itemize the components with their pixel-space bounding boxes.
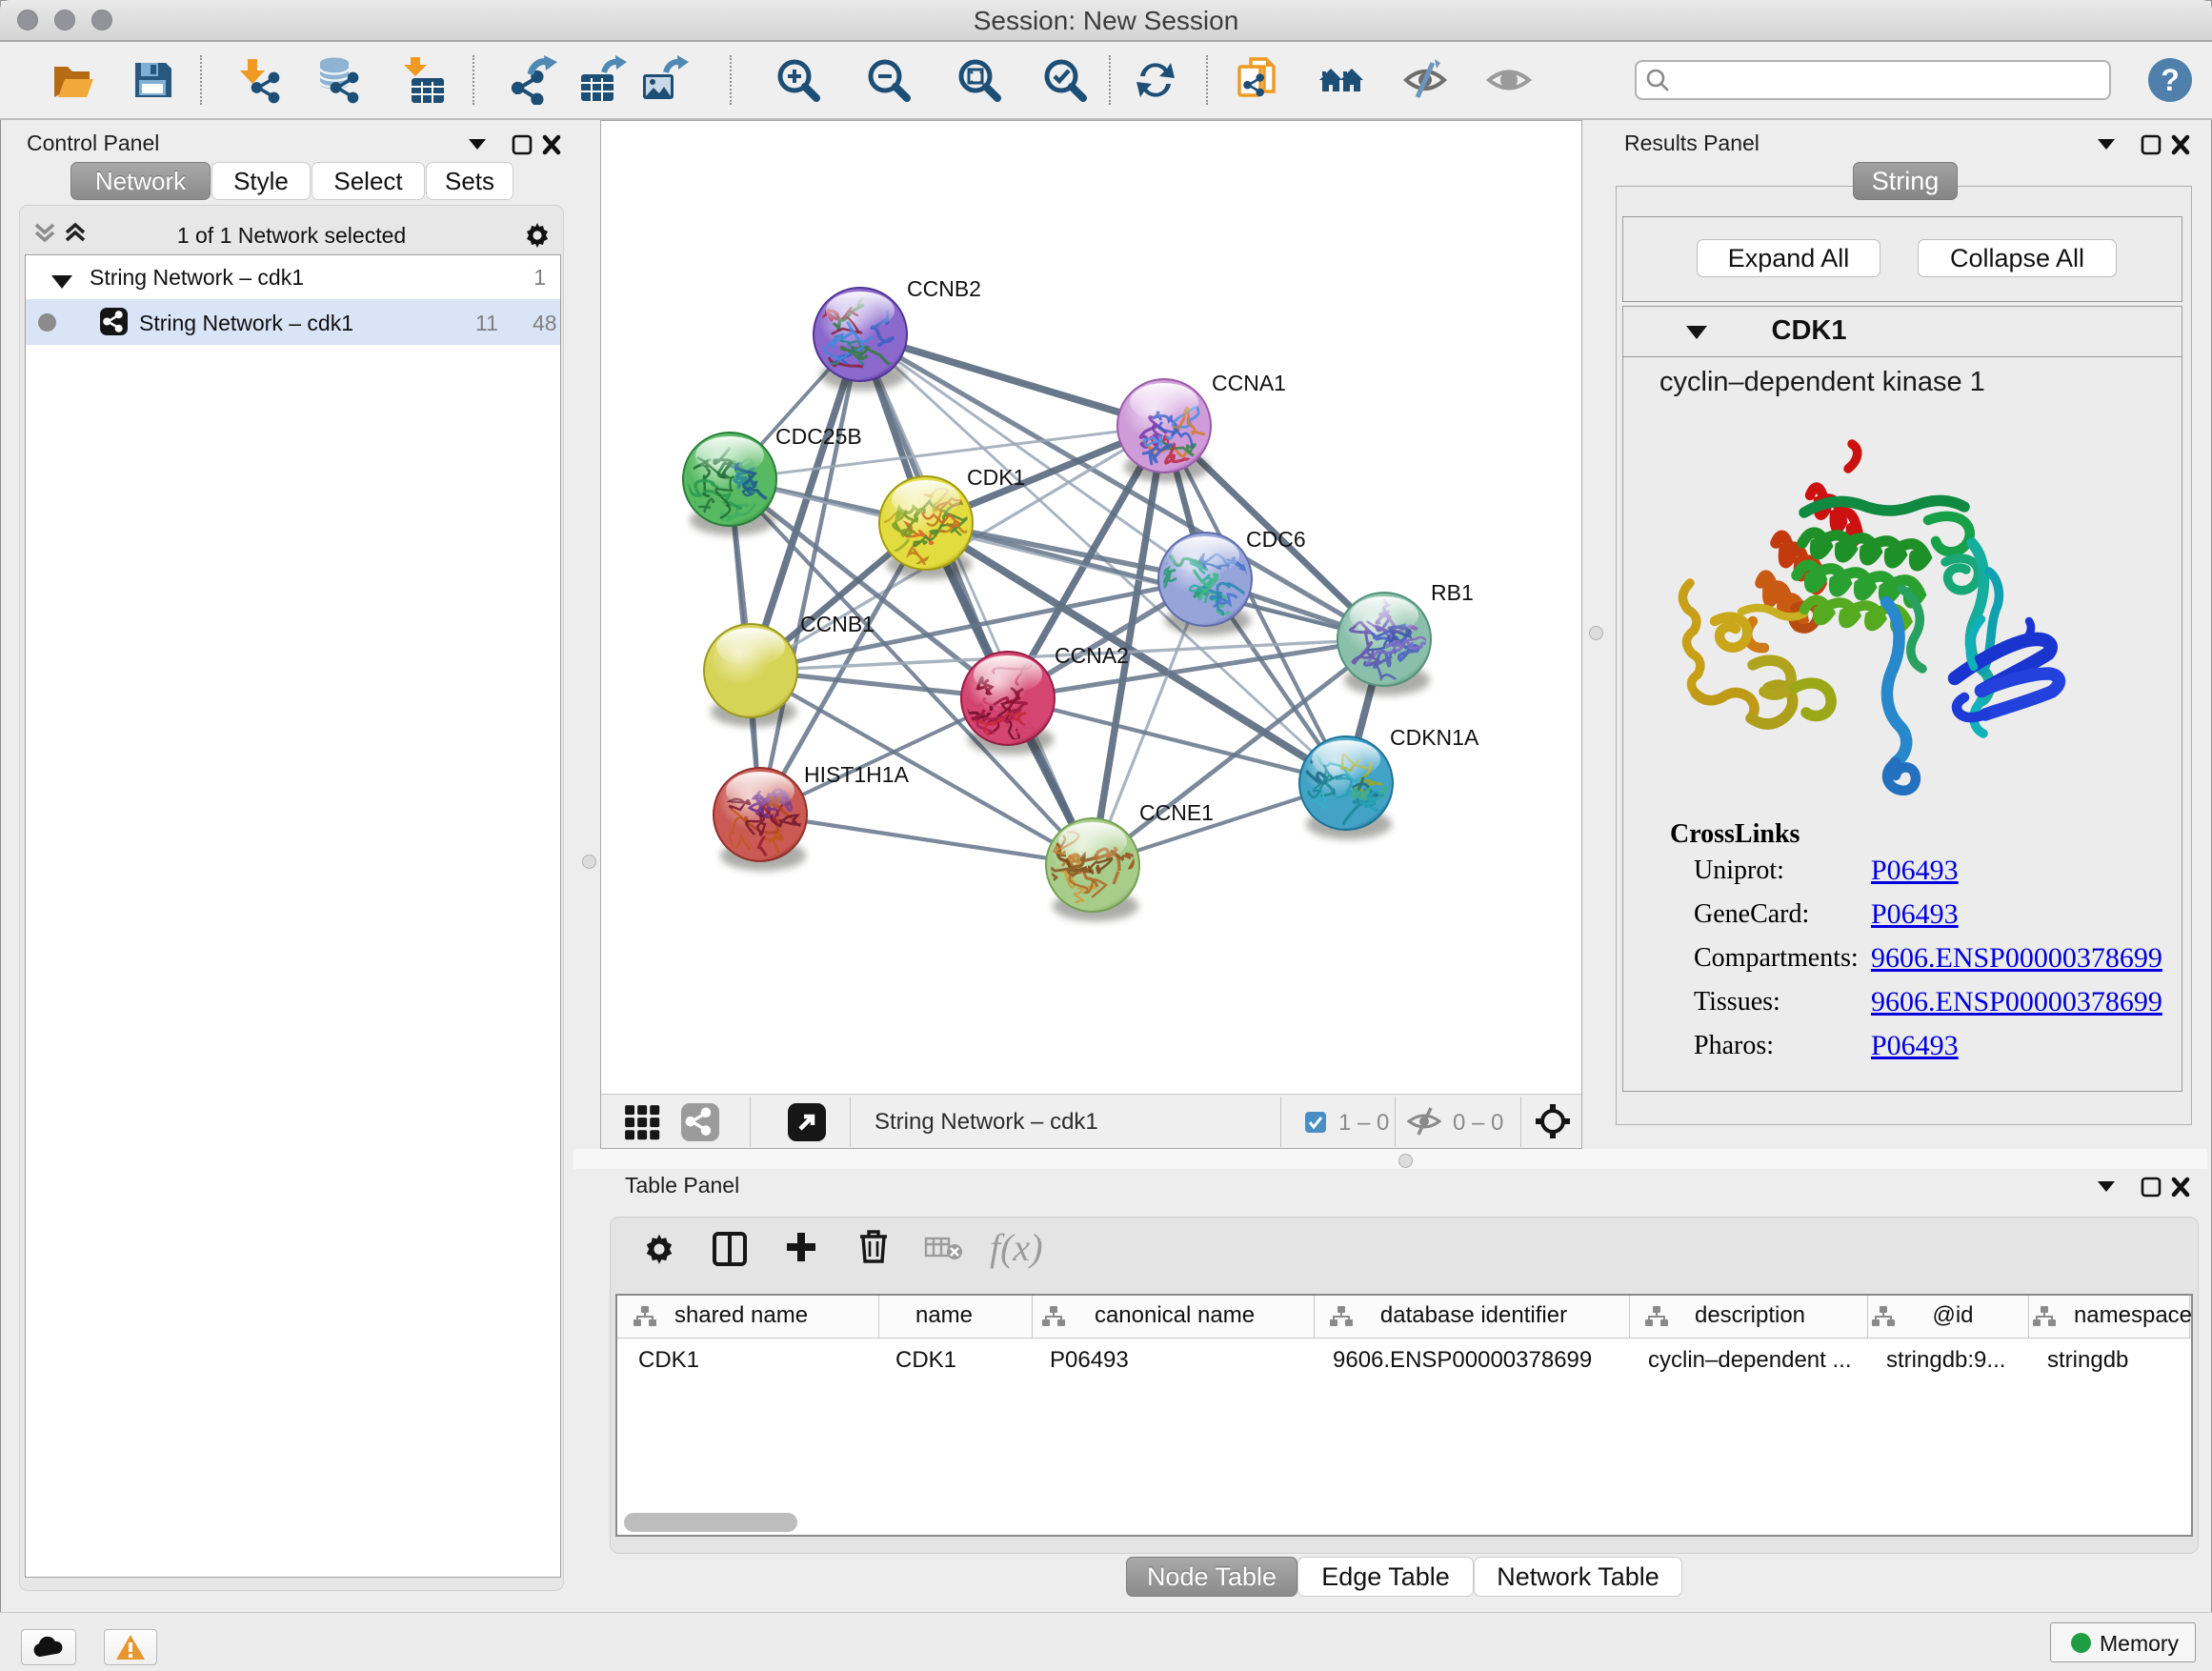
- svg-text:CCNB2: CCNB2: [907, 276, 981, 301]
- svg-text:CCNE1: CCNE1: [1139, 800, 1214, 825]
- svg-text:CDC25B: CDC25B: [775, 424, 862, 449]
- svg-text:CDC6: CDC6: [1246, 527, 1306, 552]
- svg-text:CDKN1A: CDKN1A: [1390, 725, 1479, 750]
- svg-text:CCNA2: CCNA2: [1055, 643, 1129, 668]
- svg-text:CDK1: CDK1: [967, 465, 1025, 490]
- svg-text:RB1: RB1: [1431, 580, 1474, 605]
- svg-text:CCNB1: CCNB1: [800, 612, 875, 636]
- svg-text:HIST1H1A: HIST1H1A: [804, 762, 910, 787]
- svg-text:CCNA1: CCNA1: [1212, 371, 1286, 395]
